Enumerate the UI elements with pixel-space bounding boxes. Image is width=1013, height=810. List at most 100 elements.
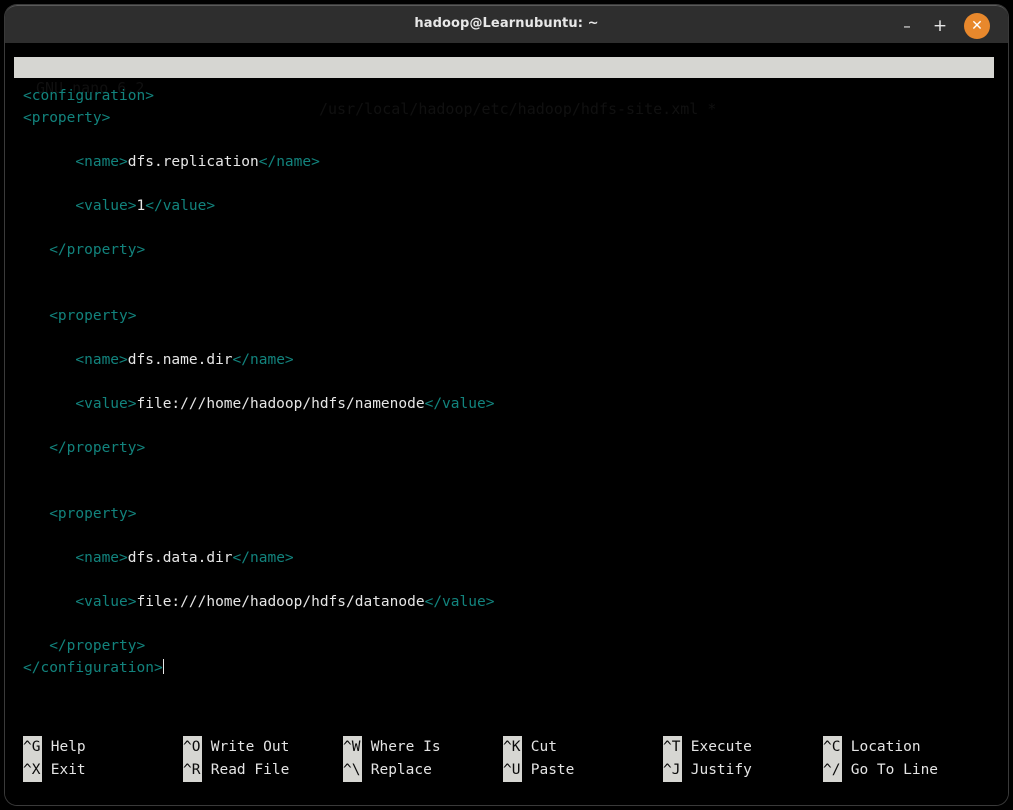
shortcut-key-chip: ^O [183, 736, 202, 759]
close-icon[interactable]: ✕ [964, 13, 990, 39]
editor-line: </property> [23, 239, 983, 261]
editor-line: </property> [23, 437, 983, 459]
xml-close-tag: </name> [232, 352, 294, 368]
xml-open-tag: <value> [75, 594, 137, 610]
editor-line: <value>file:///home/hadoop/hdfs/namenode… [23, 393, 983, 415]
editor-line: <value>file:///home/hadoop/hdfs/datanode… [23, 591, 983, 613]
shortcut-key-chip: ^W [343, 736, 362, 759]
xml-close-tag: </value> [424, 396, 495, 412]
xml-open-tag: <value> [75, 198, 137, 214]
xml-open-tag: </property> [49, 440, 146, 456]
shortcut-column: ^G Help ^X Exit [23, 736, 86, 782]
editor-line: <property> [23, 107, 983, 129]
shortcut-label: Cut [522, 739, 557, 755]
shortcut-key-chip: ^K [503, 736, 522, 759]
xml-open-tag: <property> [23, 110, 111, 126]
xml-close-tag: </value> [424, 594, 495, 610]
shortcut-item[interactable]: ^J Justify [663, 759, 752, 782]
xml-open-tag: <name> [75, 352, 128, 368]
editor-line: <name>dfs.data.dir</name> [23, 547, 983, 569]
xml-open-tag: </property> [49, 242, 146, 258]
nano-shortcut-bar: ^G Help ^X Exit ^O Write Out ^R Read File ^W… [14, 736, 999, 782]
shortcut-key-chip: ^/ [823, 759, 842, 782]
shortcut-label: Write Out [202, 739, 290, 755]
shortcut-item[interactable]: ^W Where Is [343, 736, 441, 759]
shortcut-item[interactable]: ^K Cut [503, 736, 574, 759]
shortcut-item[interactable]: ^G Help [23, 736, 86, 759]
xml-text-value: 1 [136, 198, 146, 214]
xml-text-value: dfs.replication [127, 154, 259, 170]
xml-close-tag: </name> [258, 154, 320, 170]
shortcut-label: Go To Line [842, 762, 939, 778]
editor-line: <property> [23, 503, 983, 525]
xml-open-tag: <property> [49, 506, 137, 522]
shortcut-item[interactable]: ^O Write Out [183, 736, 289, 759]
xml-open-tag: <configuration> [23, 88, 154, 104]
shortcut-item[interactable]: ^C Location [823, 736, 938, 759]
editor-text-area[interactable]: <configuration> <property> <name>dfs.repl… [23, 85, 983, 679]
shortcut-label: Execute [682, 739, 752, 755]
editor-line: <name>dfs.name.dir</name> [23, 349, 983, 371]
shortcut-label: Location [842, 739, 921, 755]
xml-text-value: file:///home/hadoop/hdfs/datanode [136, 594, 425, 610]
shortcut-key-chip: ^X [23, 759, 42, 782]
xml-open-tag: <property> [49, 308, 137, 324]
window-titlebar[interactable]: hadoop@Learnubuntu: ~ – + ✕ [5, 5, 1008, 43]
xml-close-tag: </name> [232, 550, 294, 566]
shortcut-key-chip: ^\ [343, 759, 362, 782]
shortcut-key-chip: ^G [23, 736, 42, 759]
maximize-icon[interactable]: + [929, 15, 951, 37]
editor-line: </property> [23, 635, 983, 657]
editor-line: <property> [23, 305, 983, 327]
shortcut-item[interactable]: ^\ Replace [343, 759, 441, 782]
shortcut-key-chip: ^R [183, 759, 202, 782]
xml-open-tag: <value> [75, 396, 137, 412]
shortcut-column: ^K Cut ^U Paste [503, 736, 574, 782]
shortcut-item[interactable]: ^/ Go To Line [823, 759, 938, 782]
shortcut-key-chip: ^C [823, 736, 842, 759]
xml-open-tag: <name> [75, 154, 128, 170]
shortcut-column: ^W Where Is ^\ Replace [343, 736, 441, 782]
xml-text-value: dfs.name.dir [127, 352, 233, 368]
editor-line: <value>1</value> [23, 195, 983, 217]
shortcut-column: ^O Write Out ^R Read File [183, 736, 289, 782]
text-cursor [162, 659, 165, 674]
shortcut-label: Paste [522, 762, 575, 778]
nano-header-bar: GNU nano 6.2 /usr/local/hadoop/etc/hadoo… [14, 57, 994, 118]
shortcut-item[interactable]: ^U Paste [503, 759, 574, 782]
shortcut-label: Replace [362, 762, 432, 778]
shortcut-item[interactable]: ^T Execute [663, 736, 752, 759]
terminal-window: hadoop@Learnubuntu: ~ – + ✕ GNU nano 6.2… [5, 5, 1008, 805]
shortcut-item[interactable]: ^X Exit [23, 759, 86, 782]
shortcut-item[interactable]: ^R Read File [183, 759, 289, 782]
xml-text-value: dfs.data.dir [127, 550, 233, 566]
shortcut-column: ^C Location ^/ Go To Line [823, 736, 938, 782]
terminal-body[interactable]: GNU nano 6.2 /usr/local/hadoop/etc/hadoo… [5, 43, 1008, 805]
editor-line: <configuration> [23, 85, 983, 107]
minimize-icon[interactable]: – [896, 15, 918, 37]
window-title: hadoop@Learnubuntu: ~ [414, 16, 599, 31]
shortcut-key-chip: ^T [663, 736, 682, 759]
